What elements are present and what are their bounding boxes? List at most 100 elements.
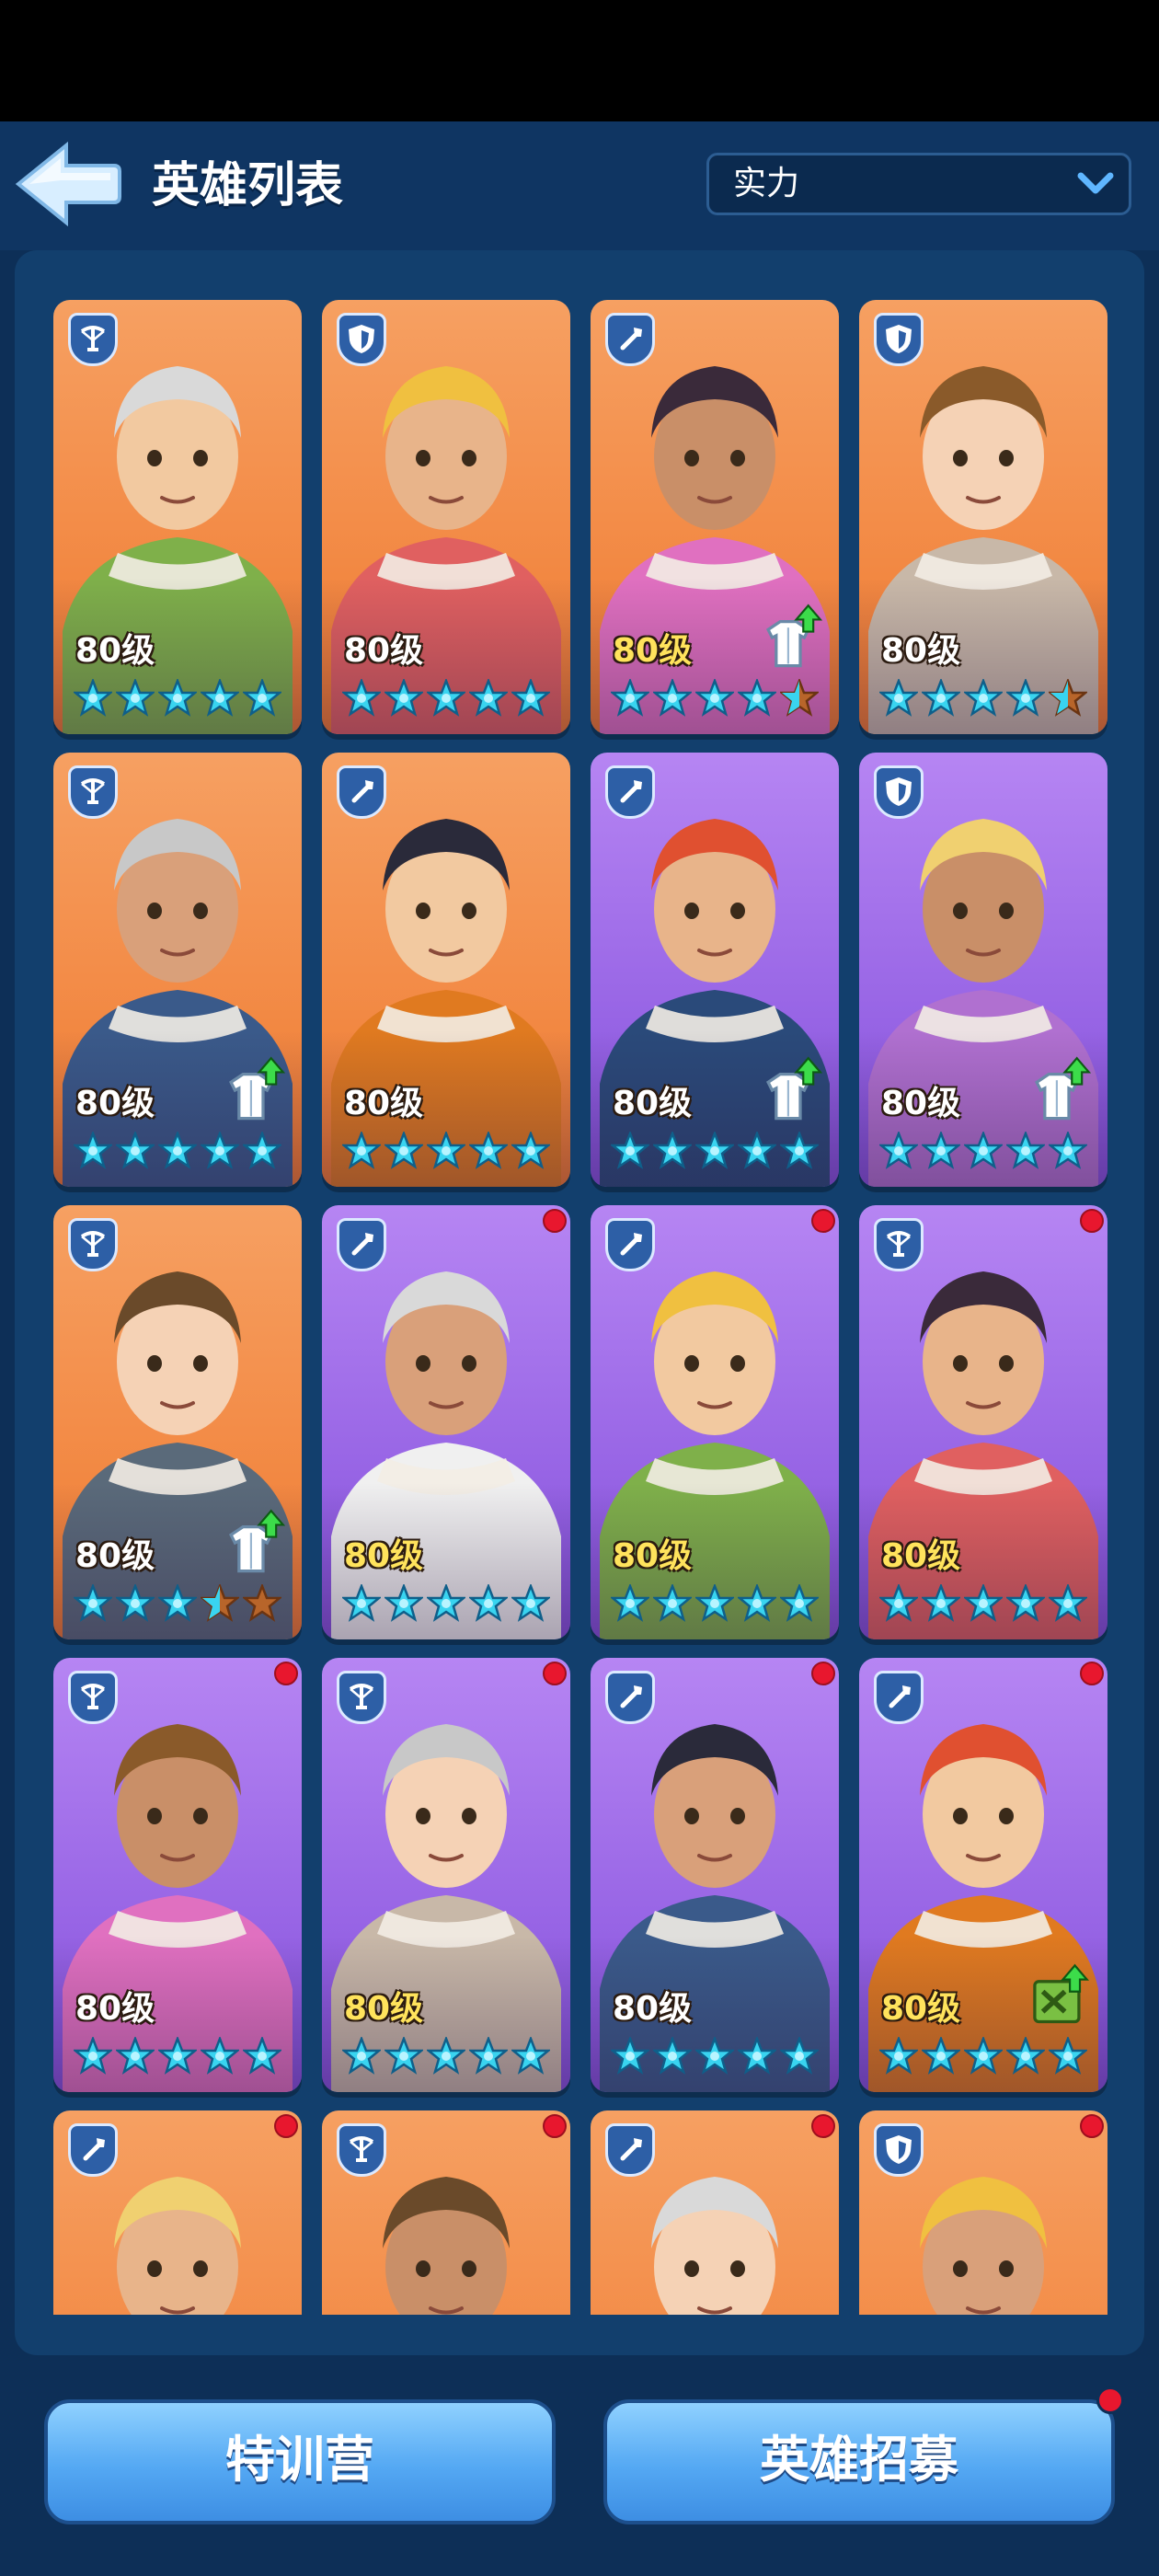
shield-role-icon [349,325,374,353]
hero-card[interactable]: 80级 [591,1658,839,2092]
notification-dot [274,1662,298,1685]
hero-card[interactable]: 80级 [53,1658,302,2092]
hero-card[interactable] [53,2110,302,2315]
sort-dropdown[interactable]: 实力 [706,153,1131,215]
star-icon [922,1584,960,1622]
role-badge [68,765,118,819]
training-camp-button[interactable]: 特训营 [44,2399,556,2524]
role-badge [337,2123,386,2177]
star-icon [243,679,281,717]
star-icon [879,1584,918,1622]
star-rating [342,679,554,721]
outfit-upgrade-icon [228,1509,285,1573]
crossbow-role-icon [80,1231,106,1257]
star-rating [342,1584,554,1627]
hero-level: 80级 [75,1085,155,1122]
hero-level: 80级 [613,1990,693,2028]
star-rating [74,679,285,721]
hero-card[interactable]: 80级 [591,753,839,1187]
shield-role-icon [886,2135,912,2164]
star-icon [384,1584,423,1622]
hero-card[interactable]: 80级 [591,300,839,734]
star-icon [201,2037,239,2075]
hero-card[interactable]: 80级 [322,1205,570,1639]
staff-role-icon [351,1233,373,1256]
staff-role-icon [620,1233,642,1256]
hero-level: 80级 [881,1990,961,2028]
hero-card[interactable] [859,2110,1107,2315]
hero-card[interactable]: 80级 [859,300,1107,734]
hero-card[interactable]: 80级 [53,1205,302,1639]
back-arrow-icon [15,141,121,227]
star-icon [964,2037,1003,2075]
star-rating [342,1132,554,1174]
star-icon [427,679,465,717]
star-icon [964,1584,1003,1622]
star-icon [74,2037,112,2075]
star-rating [74,1132,285,1174]
hero-level: 80级 [344,1537,424,1575]
hero-card[interactable]: 80级 [53,753,302,1187]
recruit-notification-dot [1096,2386,1124,2414]
outfit-upgrade-icon [228,1056,285,1121]
star-icon [611,1584,649,1622]
staff-role-icon [620,2138,642,2161]
hero-card[interactable]: 80级 [322,300,570,734]
hero-card[interactable] [591,2110,839,2315]
star-icon [922,679,960,717]
hero-level: 80级 [881,1085,961,1122]
role-badge [605,1218,655,1271]
role-badge [68,1218,118,1271]
staff-role-icon [889,1685,911,1708]
chevron-down-icon [1077,172,1114,194]
role-badge [337,1671,386,1724]
notification-dot [543,1209,567,1233]
role-badge [874,1218,924,1271]
hero-card[interactable]: 80级 [53,300,302,734]
hero-card[interactable]: 80级 [322,1658,570,2092]
star-icon [653,1584,692,1622]
hero-level: 80级 [344,1085,424,1122]
star-empty-icon [243,1584,281,1622]
star-icon [1006,1584,1045,1622]
hero-card[interactable]: 80级 [859,1205,1107,1639]
star-icon [116,1584,155,1622]
role-badge [337,765,386,819]
staff-role-icon [620,328,642,351]
star-icon [922,1132,960,1169]
hero-level: 80级 [881,1537,961,1575]
role-badge [68,313,118,366]
back-button[interactable] [13,138,123,230]
star-rating [879,1132,1091,1174]
star-icon [922,2037,960,2075]
crossbow-role-icon [80,1684,106,1709]
star-rating [74,2037,285,2079]
star-icon [469,679,508,717]
star-icon [511,2037,550,2075]
hero-grid[interactable]: 80级 80级 80级 80级 80级 80级 80级 80级 80级 80级 80级 80级 80级 8… [15,276,1144,2315]
star-icon [342,1584,381,1622]
role-badge [605,313,655,366]
star-icon [469,2037,508,2075]
star-icon [469,1584,508,1622]
outfit-upgrade-icon [765,1056,822,1121]
staff-role-icon [83,2138,105,2161]
outfit-upgrade-icon [1034,1056,1091,1121]
notification-dot [811,1662,835,1685]
star-icon [780,1584,819,1622]
hero-card[interactable]: 80级 [859,1658,1107,2092]
star-icon [74,1132,112,1169]
star-icon [116,2037,155,2075]
hero-recruit-button[interactable]: 英雄招募 [603,2399,1115,2524]
star-icon [695,1132,734,1169]
role-badge [337,1218,386,1271]
hero-card[interactable]: 80级 [859,753,1107,1187]
notification-dot [811,2114,835,2138]
notification-dot [1080,1209,1104,1233]
hero-card[interactable] [322,2110,570,2315]
notification-dot [274,2114,298,2138]
star-icon [611,1132,649,1169]
hero-card[interactable]: 80级 [591,1205,839,1639]
star-icon [879,2037,918,2075]
hero-card[interactable]: 80级 [322,753,570,1187]
